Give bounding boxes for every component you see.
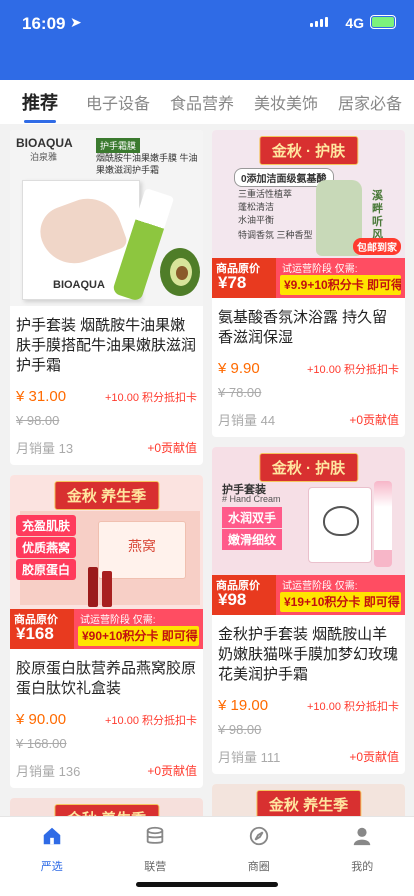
product-image[interactable]: 金秋 养生季 bbox=[10, 798, 203, 816]
slogan: 水润双手 bbox=[222, 507, 283, 528]
left-column: BIOAQUA 泊泉雅 护手霜膜 烟酰胺牛油果嫩手膜 牛油果嫩滋润护手霜 BIO… bbox=[10, 130, 203, 816]
promo-banner: 金秋 · 护肤 bbox=[258, 136, 359, 165]
product-title[interactable]: 金秋护手套装 烟酰胺山羊奶嫩肤猫咪手膜加梦幻玫瑰花美润护手霜 bbox=[218, 625, 399, 685]
promo-price-bar: 商品原价 ¥98 试运营阶段 仅需: ¥19+10积分卡 即可得 bbox=[212, 575, 405, 615]
user-icon bbox=[354, 827, 371, 846]
hand-illustration bbox=[33, 189, 129, 273]
tab-food[interactable]: 食品营养 bbox=[170, 90, 234, 114]
kit-label-en: # Hand Cream bbox=[222, 494, 281, 504]
home-icon bbox=[43, 827, 60, 845]
bonus-text: +10.00 积分抵扣卡 bbox=[104, 391, 197, 404]
product-price: ¥ 9.90 bbox=[218, 360, 260, 377]
contribution-value: +0贡献值 bbox=[147, 441, 197, 455]
tab-electronics[interactable]: 电子设备 bbox=[86, 90, 150, 114]
gift-box: 燕窝 bbox=[98, 521, 186, 579]
feature-chip: 充盈肌肤 bbox=[16, 515, 77, 536]
product-title[interactable]: 胶原蛋白肽营养品燕窝胶原蛋白肽饮礼盒装 bbox=[16, 659, 197, 699]
product-image[interactable]: 金秋 养生季 充盈肌肤 优质燕窝 胶原蛋白 燕窝 商品原价 ¥168 试运营阶段 … bbox=[10, 475, 203, 649]
promo-banner: 金秋 养生季 bbox=[53, 481, 160, 510]
feature-chip: 胶原蛋白 bbox=[16, 559, 77, 580]
bonus-text: +10.00 积分抵扣卡 bbox=[104, 714, 197, 727]
product-card[interactable]: 金秋 · 护肤 护手套装 # Hand Cream 水润双手 嫩滑细纹 商品原价… bbox=[212, 447, 405, 774]
original-price: ¥ 78.00 bbox=[218, 385, 262, 400]
tab-home[interactable]: 居家必备 bbox=[338, 90, 402, 114]
product-tag: 护手霜膜 bbox=[96, 138, 141, 153]
product-title[interactable]: 氨基酸香氛沐浴露 持久留香滋润保湿 bbox=[218, 308, 399, 348]
brand-logo: BIOAQUA bbox=[16, 136, 73, 150]
original-price: ¥ 98.00 bbox=[16, 413, 60, 428]
product-card[interactable]: 金秋 · 护肤 0添加洁面级氨基酸 三重活性植萃 蓬松清洁 水油平衡 特调香氛 … bbox=[212, 130, 405, 437]
product-desc: 烟酰胺牛油果嫩手膜 牛油果嫩滋润护手霜 bbox=[96, 153, 198, 175]
promo-price-bar: 商品原价 ¥78 试运营阶段 仅需: ¥9.9+10积分卡 即可得 bbox=[212, 258, 405, 298]
box-brand: BIOAQUA bbox=[53, 279, 105, 291]
cat-mask-box bbox=[308, 487, 372, 563]
product-feed: BIOAQUA 泊泉雅 护手霜膜 烟酰胺牛油果嫩手膜 牛油果嫩滋润护手霜 BIO… bbox=[0, 124, 414, 816]
promo-banner: 金秋 养生季 bbox=[255, 790, 362, 816]
bottom-nav: 严选 联营 商圈 我的 bbox=[0, 816, 414, 896]
promo-banner: 金秋 养生季 bbox=[53, 804, 160, 816]
coins-icon bbox=[147, 826, 164, 844]
original-price: ¥ 168.00 bbox=[16, 736, 67, 751]
bottle-icon bbox=[88, 567, 98, 607]
compass-icon bbox=[249, 826, 268, 846]
promo-price-bar: 商品原价 ¥168 试运营阶段 仅需: ¥90+10积分卡 即可得 bbox=[10, 609, 203, 649]
product-price: ¥ 19.00 bbox=[218, 697, 269, 714]
product-card[interactable]: 金秋 养生季 充盈肌肤 优质燕窝 胶原蛋白 燕窝 商品原价 ¥168 试运营阶段 … bbox=[10, 475, 203, 788]
status-time: 16:09 bbox=[22, 14, 66, 33]
bonus-text: +10.00 积分抵扣卡 bbox=[306, 363, 399, 376]
side-slogan: 溪畔听风 bbox=[372, 190, 383, 241]
product-image[interactable]: BIOAQUA 泊泉雅 护手霜膜 烟酰胺牛油果嫩手膜 牛油果嫩滋润护手霜 BIO… bbox=[10, 130, 203, 306]
nav-yanxuan[interactable]: 严选 bbox=[0, 817, 104, 896]
hand-cream-tube bbox=[374, 481, 392, 567]
battery-icon bbox=[370, 15, 396, 29]
status-bar: 16:09 ➤ 4G bbox=[0, 0, 414, 80]
bonus-text: +10.00 积分抵扣卡 bbox=[306, 700, 399, 713]
monthly-sales: 月销量 111 bbox=[218, 750, 281, 765]
product-card[interactable]: BIOAQUA 泊泉雅 护手霜膜 烟酰胺牛油果嫩手膜 牛油果嫩滋润护手霜 BIO… bbox=[10, 130, 203, 465]
contribution-value: +0贡献值 bbox=[349, 413, 399, 427]
avocado-image bbox=[160, 248, 200, 296]
home-indicator bbox=[136, 882, 278, 887]
brand-cn: 泊泉雅 bbox=[30, 152, 58, 162]
right-column: 金秋 · 护肤 0添加洁面级氨基酸 三重活性植萃 蓬松清洁 水油平衡 特调香氛 … bbox=[212, 130, 405, 816]
location-arrow-icon: ➤ bbox=[70, 14, 82, 30]
product-price: ¥ 90.00 bbox=[16, 711, 67, 728]
product-image[interactable]: 金秋 · 护肤 护手套装 # Hand Cream 水润双手 嫩滑细纹 商品原价… bbox=[212, 447, 405, 615]
product-image[interactable]: 金秋 · 护肤 0添加洁面级氨基酸 三重活性植萃 蓬松清洁 水油平衡 特调香氛 … bbox=[212, 130, 405, 298]
monthly-sales: 月销量 44 bbox=[218, 413, 276, 428]
free-shipping-sticker: 包邮到家 bbox=[353, 238, 401, 255]
category-tabs: 推荐 电子设备 食品营养 美妆美饰 居家必备 bbox=[0, 80, 414, 124]
network-type: 4G bbox=[345, 15, 364, 31]
product-card[interactable]: 金秋 养生季 bbox=[10, 798, 203, 816]
slogan: 嫩滑细纹 bbox=[222, 529, 283, 550]
product-image[interactable]: 金秋 养生季 bbox=[212, 784, 405, 816]
product-card[interactable]: 金秋 养生季 bbox=[212, 784, 405, 816]
contribution-value: +0贡献值 bbox=[349, 750, 399, 764]
monthly-sales: 月销量 136 bbox=[16, 764, 81, 779]
signal-icon bbox=[310, 17, 328, 27]
contribution-value: +0贡献值 bbox=[147, 764, 197, 778]
tab-recommend[interactable]: 推荐 bbox=[22, 89, 58, 123]
feature-list: 三重活性植萃 蓬松清洁 水油平衡 特调香氛 三种香型 bbox=[238, 189, 313, 240]
product-title[interactable]: 护手套装 烟酰胺牛油果嫩肤手膜搭配牛油果嫩肤滋润护手霜 bbox=[16, 316, 197, 376]
monthly-sales: 月销量 13 bbox=[16, 441, 74, 456]
bottle-icon bbox=[102, 571, 112, 607]
feature-chip: 优质燕窝 bbox=[16, 537, 77, 558]
product-price: ¥ 31.00 bbox=[16, 388, 67, 405]
cat-face-icon bbox=[323, 506, 359, 536]
nav-mine[interactable]: 我的 bbox=[311, 817, 414, 896]
promo-banner: 金秋 · 护肤 bbox=[258, 453, 359, 482]
tab-beauty[interactable]: 美妆美饰 bbox=[254, 90, 318, 114]
original-price: ¥ 98.00 bbox=[218, 722, 262, 737]
